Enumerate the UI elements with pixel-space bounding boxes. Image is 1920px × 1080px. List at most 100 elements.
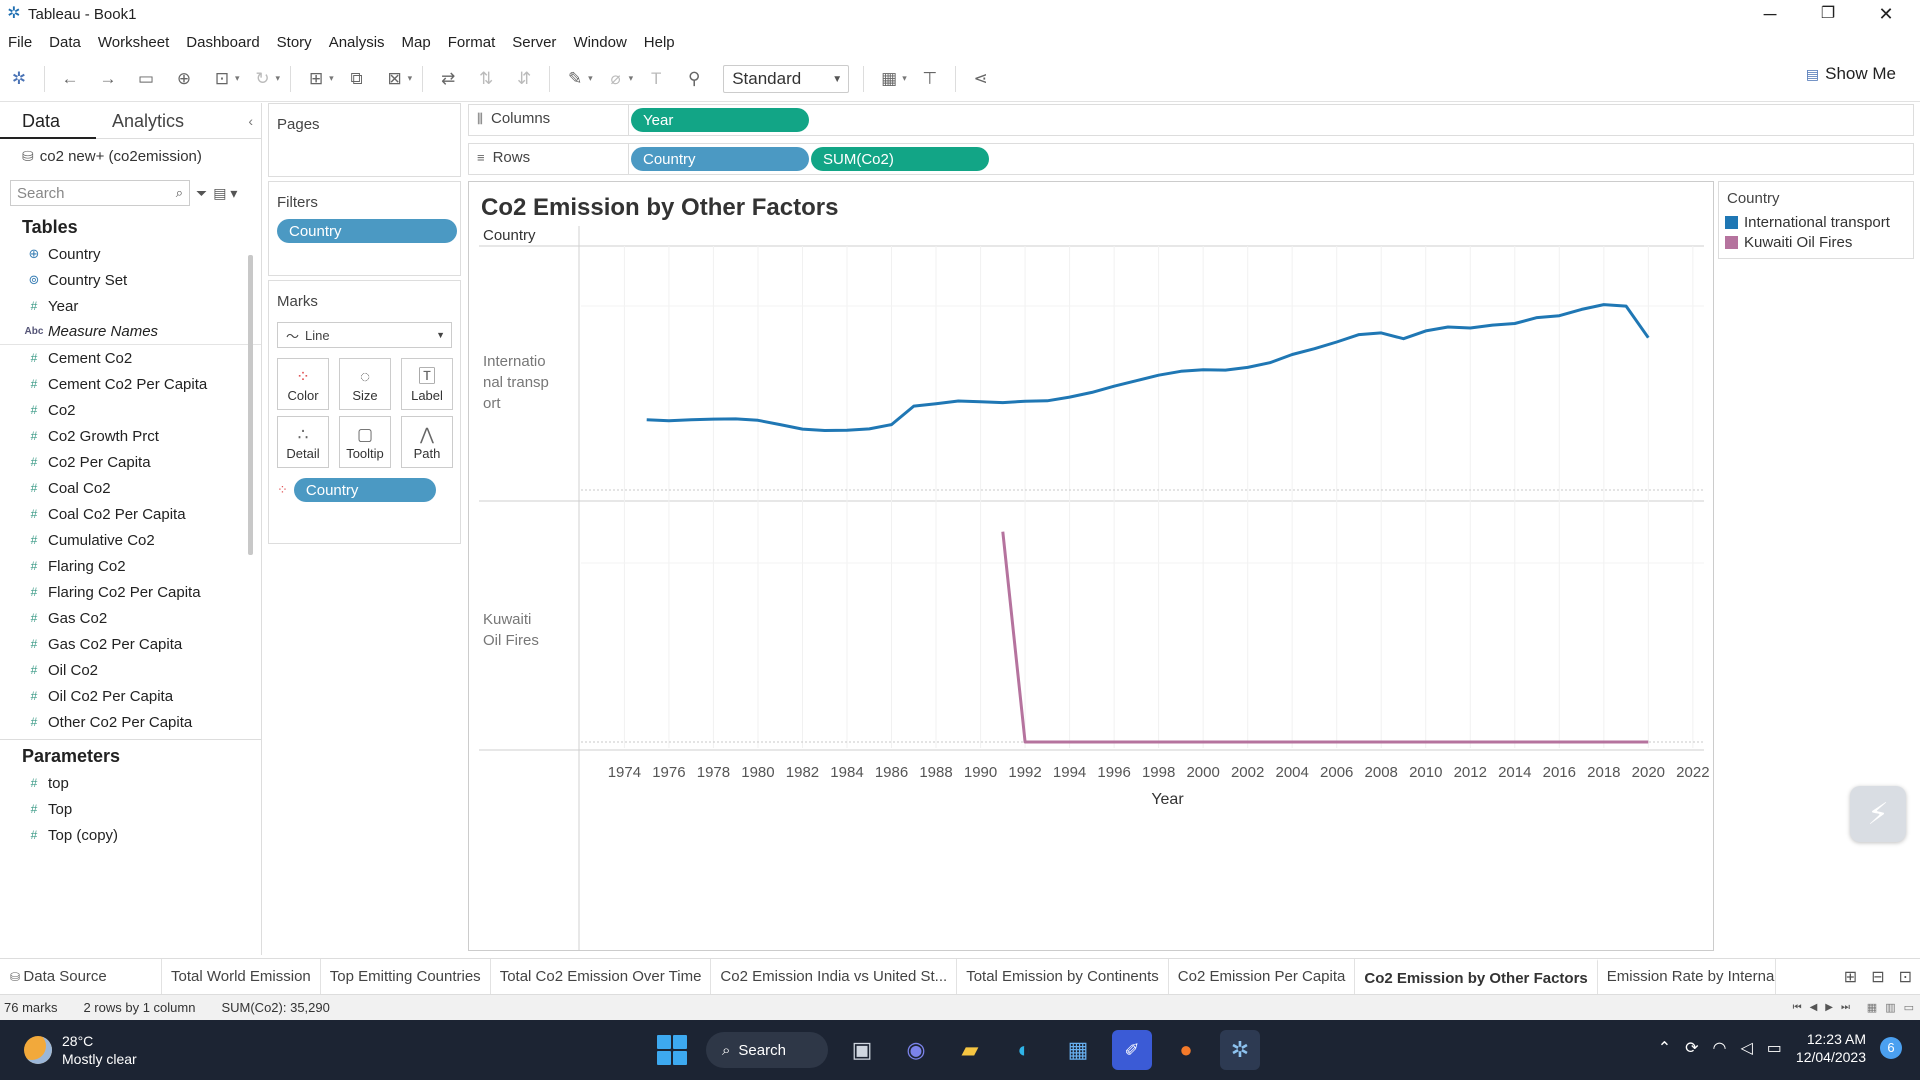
minimize-button[interactable]: ─ <box>1742 0 1798 28</box>
sheet-tab[interactable]: Co2 Emission by Other Factors <box>1355 958 1598 995</box>
detail-button[interactable]: ∴ Detail <box>277 416 329 468</box>
size-button[interactable]: ◌ Size <box>339 358 391 410</box>
marks-pill-country[interactable]: Country <box>293 478 436 502</box>
sheet-tab[interactable]: Co2 Emission Per Capita <box>1169 958 1356 995</box>
menu-analysis[interactable]: Analysis <box>321 34 394 51</box>
parameter-item[interactable]: # Top <box>0 796 261 822</box>
columns-shelf[interactable]: ⫼ Columns Year <box>468 104 1914 136</box>
menu-window[interactable]: Window <box>565 34 635 51</box>
field-list-scrollbar[interactable] <box>248 255 253 555</box>
sort-descending-icon[interactable]: ⇵ <box>510 65 538 93</box>
share-icon[interactable]: ⋖ <box>967 65 995 93</box>
restore-button[interactable]: ❐ <box>1800 0 1856 28</box>
redo-icon[interactable]: → <box>94 65 122 93</box>
sheet-tab[interactable]: Top Emitting Countries <box>321 958 491 995</box>
fix-axes-icon[interactable]: ⚲ <box>680 65 708 93</box>
menu-map[interactable]: Map <box>394 34 440 51</box>
rows-shelf[interactable]: ≡ Rows Country SUM(Co2) <box>468 143 1914 175</box>
weather-widget[interactable]: 28°C Mostly clear <box>24 1032 137 1068</box>
firefox-icon[interactable]: ● <box>1166 1030 1206 1070</box>
rows-pill-country[interactable]: Country <box>631 147 809 171</box>
tab-data-source[interactable]: ⛁ Data Source <box>0 958 162 995</box>
parameter-item[interactable]: # Top (copy) <box>0 822 261 848</box>
filter-pill-country[interactable]: Country <box>277 219 457 243</box>
new-worksheet-icon[interactable]: ⊞ <box>302 65 330 93</box>
sheet-tab[interactable]: Total World Emission <box>162 958 321 995</box>
new-story-tab-icon[interactable]: ⊡ <box>1899 967 1912 987</box>
field-item[interactable]: # Coal Co2 <box>0 475 261 501</box>
highlight-icon[interactable]: ✎ <box>561 65 589 93</box>
mark-type-select[interactable]: 〜 Line ▼ <box>277 322 452 348</box>
field-item[interactable]: # Gas Co2 Per Capita <box>0 631 261 657</box>
field-item[interactable]: # Flaring Co2 <box>0 553 261 579</box>
group-members-icon[interactable]: ⌀ <box>602 65 630 93</box>
field-item[interactable]: ⊕ Country <box>0 241 261 267</box>
new-worksheet-tab-icon[interactable]: ⊞ <box>1844 967 1857 987</box>
refresh-icon[interactable]: ↻ <box>249 65 277 93</box>
pause-updates-dropdown-icon[interactable]: ▾ <box>235 73 240 84</box>
sheet-tab[interactable]: Emission Rate by Interna <box>1598 958 1776 995</box>
duplicate-sheet-icon[interactable]: ⧉ <box>343 65 371 93</box>
menu-dashboard[interactable]: Dashboard <box>178 34 268 51</box>
tab-analytics[interactable]: Analytics <box>96 103 184 139</box>
prev-sheet-icon[interactable]: ◀ <box>1810 1002 1818 1013</box>
field-item[interactable]: # Co2 Per Capita <box>0 449 261 475</box>
field-item[interactable]: # Year <box>0 293 261 319</box>
close-button[interactable]: ✕ <box>1858 0 1914 28</box>
menu-help[interactable]: Help <box>636 34 684 51</box>
field-item[interactable]: # Co2 Growth Prct <box>0 423 261 449</box>
notification-badge[interactable]: 6 <box>1880 1037 1902 1059</box>
datasource-item[interactable]: ⛁ co2 new+ (co2emission) <box>0 139 261 173</box>
clear-sheet-dropdown-icon[interactable]: ▾ <box>408 73 413 84</box>
refresh-dropdown-icon[interactable]: ▾ <box>276 73 281 84</box>
tableau-home-icon[interactable]: ✲ <box>5 65 33 93</box>
view-options-icon[interactable]: ▤ ▾ <box>213 185 237 202</box>
field-item[interactable]: # Cumulative Co2 <box>0 527 261 553</box>
clear-sheet-icon[interactable]: ⊠ <box>381 65 409 93</box>
next-sheet-icon[interactable]: ▶ <box>1825 1002 1833 1013</box>
edge-browser-icon[interactable]: ◐ <box>1004 1030 1044 1070</box>
series-line[interactable] <box>646 303 1650 432</box>
field-item[interactable]: # Gas Co2 <box>0 605 261 631</box>
parameter-item[interactable]: # top <box>0 770 261 796</box>
group-dropdown-icon[interactable]: ▾ <box>629 73 634 84</box>
filters-shelf[interactable]: Filters Country <box>268 181 461 276</box>
task-view-icon[interactable]: ▣ <box>842 1030 882 1070</box>
fit-select[interactable]: Standard ▼ <box>723 64 850 93</box>
line-chart[interactable]: Country Internatio nal transp ort Kuwaiti Oil… <box>469 226 1713 950</box>
legend-item[interactable]: Kuwaiti Oil Fires <box>1719 232 1913 252</box>
columns-pill-year[interactable]: Year <box>631 108 809 132</box>
search-input[interactable]: Search ⌕ <box>10 180 190 206</box>
pause-updates-icon[interactable]: ⊡ <box>208 65 236 93</box>
teams-chat-icon[interactable]: ◉ <box>896 1030 936 1070</box>
filmstrip-icon[interactable]: ▥ <box>1885 1001 1895 1014</box>
floating-assistant-button[interactable]: ⚡ <box>1850 786 1906 842</box>
new-dashboard-tab-icon[interactable]: ⊟ <box>1871 967 1884 987</box>
tableau-taskbar-icon[interactable]: ✲ <box>1220 1030 1260 1070</box>
sort-ascending-icon[interactable]: ⇅ <box>472 65 500 93</box>
field-item[interactable]: # Oil Co2 <box>0 657 261 683</box>
pen-app-icon[interactable]: ✐ <box>1112 1030 1152 1070</box>
first-sheet-icon[interactable]: ⏮ <box>1793 1002 1802 1013</box>
legend-item[interactable]: International transport <box>1719 212 1913 232</box>
menu-story[interactable]: Story <box>269 34 321 51</box>
tab-data[interactable]: Data <box>0 103 96 139</box>
taskbar-search[interactable]: ⌕ Search <box>706 1032 828 1068</box>
clock[interactable]: 12:23 AM 12/04/2023 <box>1796 1030 1866 1066</box>
pages-shelf[interactable]: Pages <box>268 103 461 177</box>
field-item[interactable]: # Flaring Co2 Per Capita <box>0 579 261 605</box>
rows-pill-sum-co2[interactable]: SUM(Co2) <box>811 147 989 171</box>
new-datasource-icon[interactable]: ⊕ <box>170 65 198 93</box>
tooltip-button[interactable]: ▢ Tooltip <box>339 416 391 468</box>
show-cards-dropdown-icon[interactable]: ▾ <box>902 73 907 84</box>
field-item[interactable]: # Coal Co2 Per Capita <box>0 501 261 527</box>
label-button[interactable]: 🅃 Label <box>401 358 453 410</box>
last-sheet-icon[interactable]: ⏭ <box>1841 1002 1850 1013</box>
field-item[interactable]: # Oil Co2 Per Capita <box>0 683 261 709</box>
battery-icon[interactable]: ▭ <box>1767 1038 1782 1058</box>
presentation-mode-icon[interactable]: ⊤ <box>916 65 944 93</box>
sync-icon[interactable]: ⟳ <box>1685 1038 1698 1058</box>
new-worksheet-dropdown-icon[interactable]: ▾ <box>329 73 334 84</box>
sheet-tab[interactable]: Total Co2 Emission Over Time <box>491 958 712 995</box>
menu-data[interactable]: Data <box>41 34 90 51</box>
